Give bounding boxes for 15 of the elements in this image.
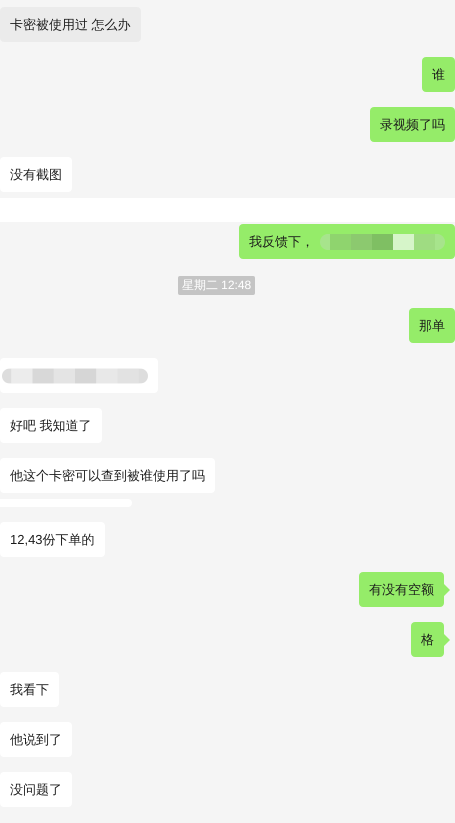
message-text: 12,43份下单的 xyxy=(10,530,95,548)
message-text: 卡密被使用过 怎么办 xyxy=(10,16,131,34)
message-text: 没有截图 xyxy=(10,166,62,184)
message-text: 那单 xyxy=(419,316,445,334)
timestamp: 星期二 12:48 xyxy=(178,276,256,295)
message-text: 我反馈下， xyxy=(249,232,314,250)
message-text: 没问题了 xyxy=(10,780,62,798)
message-text: 格 xyxy=(421,630,434,648)
message-text: 他说到了 xyxy=(10,730,62,748)
message-text: 有没有空额 xyxy=(369,580,434,598)
message-text: 好吧 我知道了 xyxy=(10,416,92,434)
message-text: 录视频了吗 xyxy=(380,116,445,134)
message-text: 他这个卡密可以查到被谁使用了吗 xyxy=(10,466,205,484)
message-text: 我看下 xyxy=(10,680,49,698)
message-text: 谁 xyxy=(432,66,445,84)
